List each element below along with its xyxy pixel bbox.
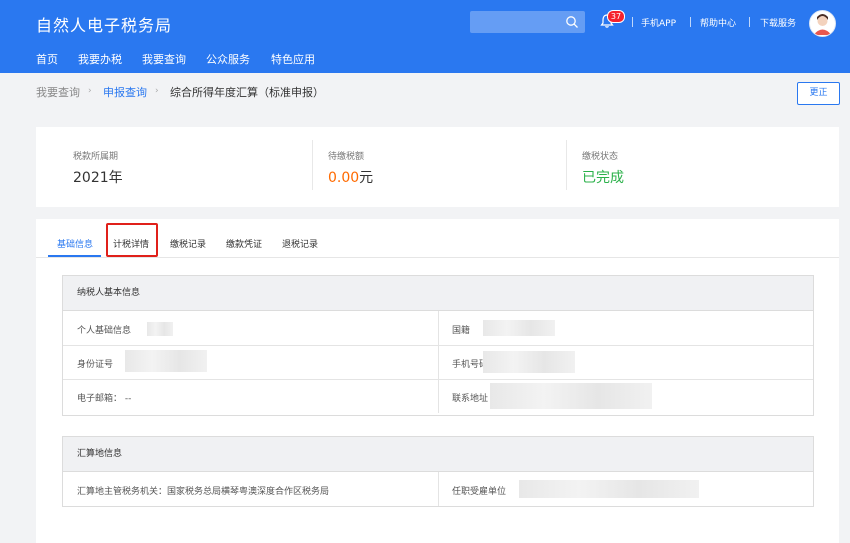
- divider: [312, 140, 313, 190]
- taxpayer-info-section: 纳税人基本信息 个人基础信息 国籍 身份证号 手机号码 电子邮箱： -- 联系地…: [62, 275, 814, 416]
- nav-public-service[interactable]: 公众服务: [206, 51, 250, 67]
- active-tab-indicator: [48, 255, 101, 257]
- redacted-value: [490, 383, 652, 409]
- divider: [438, 472, 439, 506]
- table-row: 个人基础信息 国籍: [63, 311, 813, 346]
- id-number-label: 身份证号: [77, 360, 114, 370]
- divider: [438, 311, 439, 345]
- status-label: 缴税状态: [582, 152, 619, 162]
- user-avatar-icon: [813, 14, 832, 35]
- table-row: 电子邮箱： -- 联系地址: [63, 379, 813, 413]
- divider: [690, 17, 691, 27]
- breadcrumb-declaration-query[interactable]: 申报查询: [103, 84, 147, 100]
- tab-payment-vouchers[interactable]: 缴款凭证: [226, 237, 262, 250]
- tab-refund-records[interactable]: 退税记录: [282, 237, 318, 250]
- search-icon[interactable]: [565, 15, 579, 29]
- redacted-value: [519, 480, 699, 498]
- amount-value-wrap: 0.00元: [328, 167, 373, 187]
- download-service-link[interactable]: 下载服务: [760, 16, 796, 29]
- tab-basic-info[interactable]: 基础信息: [57, 237, 93, 250]
- period-value: 2021年: [73, 170, 123, 186]
- app-title: 自然人电子税务局: [36, 16, 173, 35]
- section-title: 纳税人基本信息: [63, 276, 813, 311]
- address-label: 联系地址: [452, 394, 489, 404]
- tax-authority-value: 国家税务总局横琴粤澳深度合作区税务局: [167, 487, 330, 497]
- personal-info-label: 个人基础信息: [77, 326, 132, 336]
- divider: [749, 17, 750, 27]
- divider: [438, 345, 439, 379]
- search-input[interactable]: [470, 11, 585, 33]
- divider: [438, 379, 439, 413]
- redacted-value: [483, 351, 575, 373]
- email-field: 电子邮箱： --: [77, 391, 131, 404]
- correct-button[interactable]: 更正: [797, 82, 840, 105]
- section-title: 汇算地信息: [63, 437, 813, 472]
- mobile-app-link[interactable]: 手机APP: [641, 16, 676, 29]
- top-header: 自然人电子税务局 37 手机APP 帮助中心 下载服务 首页 我要办税 我要查询…: [0, 0, 850, 73]
- table-row: 身份证号 手机号码: [63, 345, 813, 380]
- nav-featured-apps[interactable]: 特色应用: [271, 51, 315, 67]
- help-center-link[interactable]: 帮助中心: [700, 16, 736, 29]
- avatar[interactable]: [809, 10, 836, 37]
- divider: [566, 140, 567, 190]
- employer-label: 任职受雇单位: [452, 487, 507, 497]
- redacted-value: [147, 322, 173, 336]
- email-label: 电子邮箱：: [77, 394, 123, 404]
- chevron-right-icon: ›: [88, 86, 92, 96]
- nav-query[interactable]: 我要查询: [142, 51, 186, 67]
- table-row: 汇算地主管税务机关：国家税务总局横琴粤澳深度合作区税务局 任职受雇单位: [63, 472, 813, 506]
- email-value: --: [124, 394, 132, 404]
- status-value: 已完成: [582, 170, 624, 186]
- settlement-info-section: 汇算地信息 汇算地主管税务机关：国家税务总局横琴粤澳深度合作区税务局 任职受雇单…: [62, 436, 814, 507]
- chevron-right-icon: ›: [155, 86, 159, 96]
- tabs-divider: [36, 257, 839, 258]
- notification-badge: 37: [607, 10, 625, 23]
- tax-authority-field: 汇算地主管税务机关：国家税务总局横琴粤澳深度合作区税务局: [77, 484, 329, 497]
- redacted-value: [483, 320, 555, 336]
- period-label: 税款所属期: [73, 152, 119, 162]
- nav-home[interactable]: 首页: [36, 51, 58, 67]
- tax-authority-label: 汇算地主管税务机关：: [77, 487, 168, 497]
- nav-tax-handling[interactable]: 我要办税: [78, 51, 122, 67]
- breadcrumb-current: 综合所得年度汇算（标准申报）: [170, 86, 324, 99]
- highlight-box: [106, 223, 158, 257]
- tax-summary-card: 税款所属期 2021年 待缴税额 0.00元 缴税状态 已完成: [36, 127, 839, 207]
- tab-payment-records[interactable]: 缴税记录: [170, 237, 206, 250]
- nationality-label: 国籍: [452, 326, 471, 336]
- amount-label: 待缴税额: [328, 152, 365, 162]
- amount-unit: 元: [359, 170, 374, 186]
- redacted-value: [125, 350, 207, 372]
- divider: [632, 17, 633, 27]
- breadcrumb-query[interactable]: 我要查询: [36, 84, 80, 100]
- amount-value: 0.00: [328, 170, 360, 186]
